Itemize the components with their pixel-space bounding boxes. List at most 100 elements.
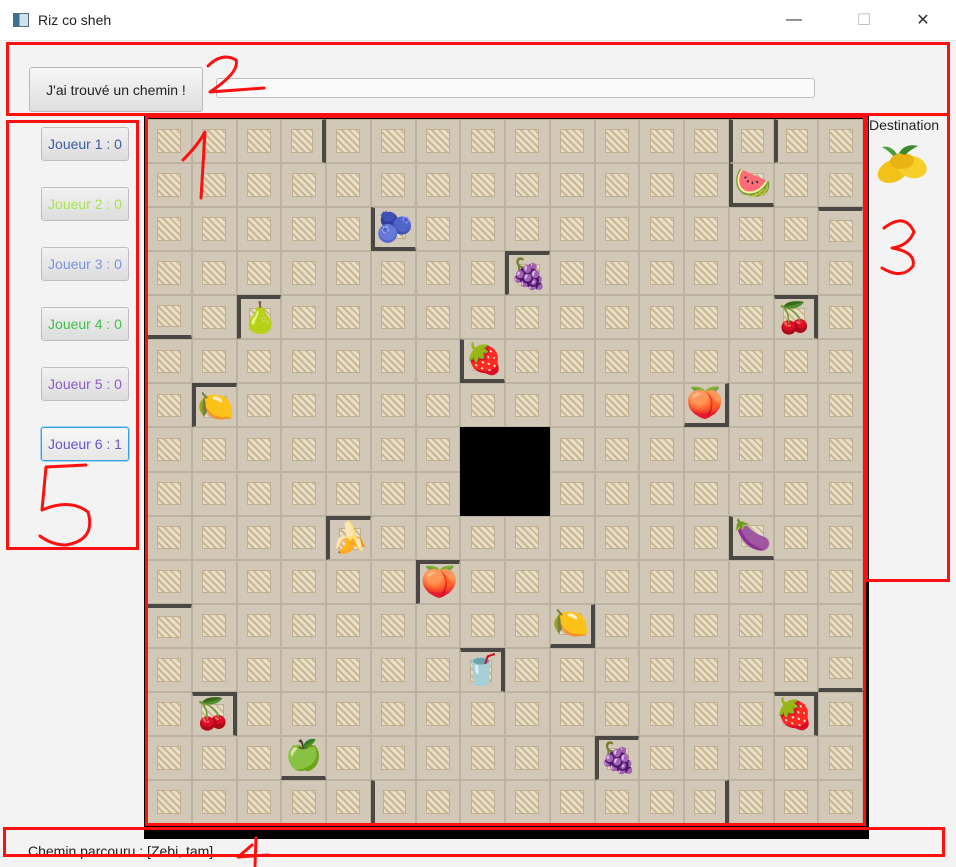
player-5-button[interactable]: Joueur 5 : 0 [41,367,129,401]
board-cell[interactable] [236,471,282,516]
board-cell[interactable] [818,691,863,736]
board-cell[interactable] [684,603,729,648]
board-cell[interactable] [460,691,505,736]
board-cell[interactable] [639,207,684,252]
board-cell[interactable] [594,207,640,252]
board-cell[interactable] [326,383,371,428]
board-cell[interactable]: 🍓 [773,691,819,736]
board-cell[interactable] [415,647,461,692]
board-cell[interactable]: 🍋 [191,383,237,428]
board-cell[interactable] [505,339,550,384]
board-cell[interactable] [818,339,863,384]
board-cell[interactable] [773,427,819,472]
board-cell[interactable] [728,207,774,252]
board-cell[interactable] [460,515,505,560]
board-cell[interactable] [684,515,729,560]
found-path-button[interactable]: J'ai trouvé un chemin ! [29,67,203,112]
board-cell[interactable] [549,779,595,824]
board-cell[interactable] [728,339,774,384]
board-cell[interactable] [415,603,461,648]
player-4-button[interactable]: Joueur 4 : 0 [41,307,129,341]
board-cell[interactable] [191,119,237,164]
board-cell[interactable] [818,207,863,252]
board-cell[interactable] [147,735,192,780]
board-cell[interactable] [639,515,684,560]
board-cell[interactable]: 🍓 [460,339,505,384]
board-cell[interactable] [147,603,192,648]
board-cell[interactable] [818,471,863,516]
board-cell[interactable] [415,383,461,428]
board-cell[interactable] [415,691,461,736]
board-cell[interactable] [549,339,595,384]
board-cell[interactable] [147,471,192,516]
board-cell[interactable] [191,339,237,384]
board-cell[interactable] [684,251,729,296]
close-button[interactable]: ✕ [900,0,946,40]
board-cell[interactable] [370,603,416,648]
board-cell[interactable] [728,471,774,516]
board-cell[interactable] [773,251,819,296]
board-cell[interactable] [370,119,416,164]
board-cell[interactable] [594,471,640,516]
board-cell[interactable] [326,735,371,780]
board-cell[interactable] [594,427,640,472]
board-cell[interactable]: 🍏 [281,735,326,780]
board-cell[interactable] [281,163,326,208]
board-cell[interactable] [236,339,282,384]
player-6-button[interactable]: Joueur 6 : 1 [41,427,129,461]
board-cell[interactable] [773,383,819,428]
board-cell[interactable] [460,207,505,252]
board-cell[interactable]: 🍇 [505,251,550,296]
board-cell[interactable] [818,779,863,824]
board-cell[interactable] [773,559,819,604]
board-cell[interactable] [460,119,505,164]
board-cell[interactable] [684,427,729,472]
board-cell[interactable] [639,119,684,164]
board-cell[interactable] [191,647,237,692]
board-cell[interactable]: 🫐 [370,207,416,252]
board-cell[interactable] [326,207,371,252]
board-cell[interactable] [728,779,774,824]
board-cell[interactable] [505,779,550,824]
board-cell[interactable] [370,427,416,472]
board-cell[interactable] [326,691,371,736]
board-cell[interactable] [370,779,416,824]
board-cell[interactable] [549,691,595,736]
board-cell[interactable] [460,251,505,296]
board-cell[interactable] [773,603,819,648]
board-cell[interactable] [594,779,640,824]
board-cell[interactable] [594,647,640,692]
board-cell[interactable] [281,119,326,164]
board-cell[interactable] [594,559,640,604]
board-cell[interactable] [684,119,729,164]
board-cell[interactable] [236,251,282,296]
board-cell[interactable] [415,735,461,780]
board-cell[interactable] [460,779,505,824]
board-cell[interactable] [147,559,192,604]
board-cell[interactable]: 🍋 [549,603,595,648]
board-cell[interactable] [594,603,640,648]
board-cell[interactable]: 🍆 [728,515,774,560]
board-cell[interactable] [370,559,416,604]
board-cell[interactable] [549,735,595,780]
board-cell[interactable] [818,515,863,560]
board-cell[interactable] [370,295,416,340]
board-cell[interactable] [684,471,729,516]
board-cell[interactable] [236,515,282,560]
board-cell[interactable] [326,647,371,692]
board-cell[interactable] [460,383,505,428]
board-cell[interactable] [147,647,192,692]
board-cell[interactable] [370,515,416,560]
board-cell[interactable] [728,603,774,648]
board-cell[interactable]: 🍑 [684,383,729,428]
board-cell[interactable] [415,163,461,208]
board-cell[interactable] [818,251,863,296]
board-cell[interactable] [818,427,863,472]
board-cell[interactable] [370,691,416,736]
board-cell[interactable] [594,163,640,208]
board-cell[interactable]: 🍉 [728,163,774,208]
board-cell[interactable] [370,163,416,208]
board-cell[interactable] [684,339,729,384]
board-cell[interactable] [549,647,595,692]
board-cell[interactable] [281,603,326,648]
